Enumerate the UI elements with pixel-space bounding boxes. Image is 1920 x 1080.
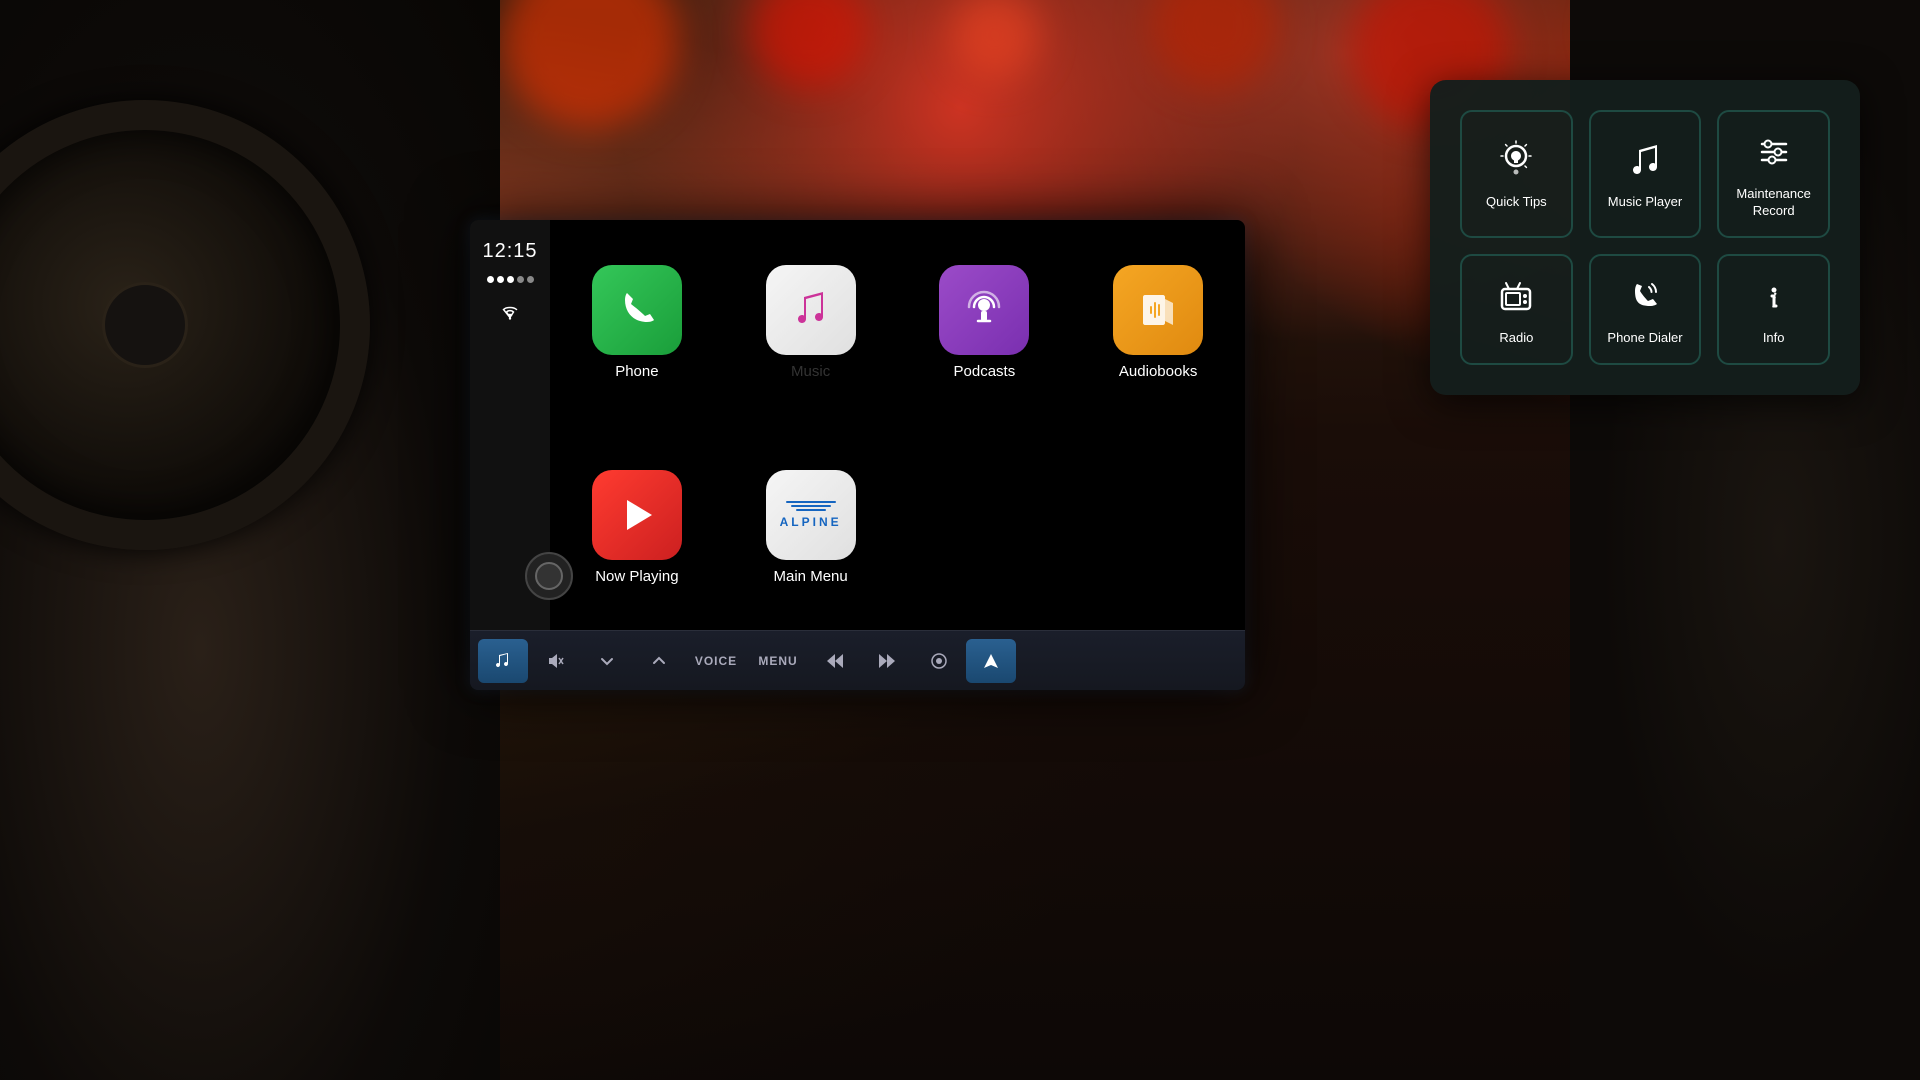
maintenance-record-icon bbox=[1750, 128, 1798, 176]
status-bar: 12:15 bbox=[470, 220, 550, 690]
alpine-logo: ALPINE bbox=[780, 501, 842, 529]
signal-dots bbox=[487, 276, 534, 283]
music-icon bbox=[766, 265, 856, 355]
dot-1 bbox=[487, 276, 494, 283]
menu-radio[interactable]: Radio bbox=[1460, 254, 1573, 365]
menu-ctrl-btn[interactable]: MENU bbox=[748, 639, 808, 683]
popup-menu: Quick Tips Music Player Maintenance Reco… bbox=[1430, 80, 1860, 395]
app-now-playing[interactable]: Now Playing bbox=[550, 425, 724, 630]
dot-2 bbox=[497, 276, 504, 283]
info-label: Info bbox=[1763, 330, 1785, 347]
dot-3 bbox=[507, 276, 514, 283]
dot-4 bbox=[517, 276, 524, 283]
mute-ctrl-btn[interactable] bbox=[530, 639, 580, 683]
quick-tips-label: Quick Tips bbox=[1486, 194, 1547, 211]
status-time: 12:15 bbox=[482, 240, 537, 262]
phone-dialer-icon bbox=[1621, 272, 1669, 320]
app-music[interactable]: Music bbox=[724, 220, 898, 425]
up-ctrl-btn[interactable] bbox=[634, 639, 684, 683]
music-label: Music bbox=[791, 363, 830, 380]
podcasts-label: Podcasts bbox=[954, 363, 1016, 380]
radio-label: Radio bbox=[1499, 330, 1533, 347]
menu-maintenance-record[interactable]: Maintenance Record bbox=[1717, 110, 1830, 238]
next-ctrl-btn[interactable] bbox=[862, 639, 912, 683]
music-player-label: Music Player bbox=[1608, 194, 1682, 211]
audiobooks-icon bbox=[1113, 265, 1203, 355]
main-menu-label: Main Menu bbox=[774, 568, 848, 585]
nav-ctrl-btn[interactable] bbox=[966, 639, 1016, 683]
prev-ctrl-btn[interactable] bbox=[810, 639, 860, 683]
radio-icon bbox=[1492, 272, 1540, 320]
info-icon: i bbox=[1750, 272, 1798, 320]
home-ctrl-btn[interactable] bbox=[914, 639, 964, 683]
menu-quick-tips[interactable]: Quick Tips bbox=[1460, 110, 1573, 238]
wifi-icon bbox=[498, 301, 522, 326]
phone-label: Phone bbox=[615, 363, 658, 380]
app-phone[interactable]: Phone bbox=[550, 220, 724, 425]
infotainment-screen: 12:15 bbox=[470, 220, 1245, 690]
control-bar: VOICE MENU bbox=[470, 630, 1245, 690]
now-playing-label: Now Playing bbox=[595, 568, 678, 585]
svg-text:i: i bbox=[1771, 287, 1777, 312]
menu-phone-dialer[interactable]: Phone Dialer bbox=[1589, 254, 1702, 365]
app-grid: Phone Music Podcasts bbox=[550, 220, 1245, 630]
down-ctrl-btn[interactable] bbox=[582, 639, 632, 683]
now-playing-icon bbox=[592, 470, 682, 560]
music-player-icon bbox=[1621, 136, 1669, 184]
main-menu-icon: ALPINE bbox=[766, 470, 856, 560]
phone-dialer-label: Phone Dialer bbox=[1607, 330, 1682, 347]
dot-5 bbox=[527, 276, 534, 283]
app-podcasts[interactable]: Podcasts bbox=[898, 220, 1072, 425]
podcasts-icon bbox=[939, 265, 1029, 355]
audiobooks-label: Audiobooks bbox=[1119, 363, 1197, 380]
maintenance-record-label: Maintenance Record bbox=[1729, 186, 1818, 220]
phone-icon bbox=[592, 265, 682, 355]
voice-ctrl-btn[interactable]: VOICE bbox=[686, 639, 746, 683]
app-main-menu[interactable]: ALPINE Main Menu bbox=[724, 425, 898, 630]
music-ctrl-btn[interactable] bbox=[478, 639, 528, 683]
quick-tips-icon bbox=[1492, 136, 1540, 184]
menu-music-player[interactable]: Music Player bbox=[1589, 110, 1702, 238]
app-audiobooks[interactable]: Audiobooks bbox=[1071, 220, 1245, 425]
menu-info[interactable]: i Info bbox=[1717, 254, 1830, 365]
